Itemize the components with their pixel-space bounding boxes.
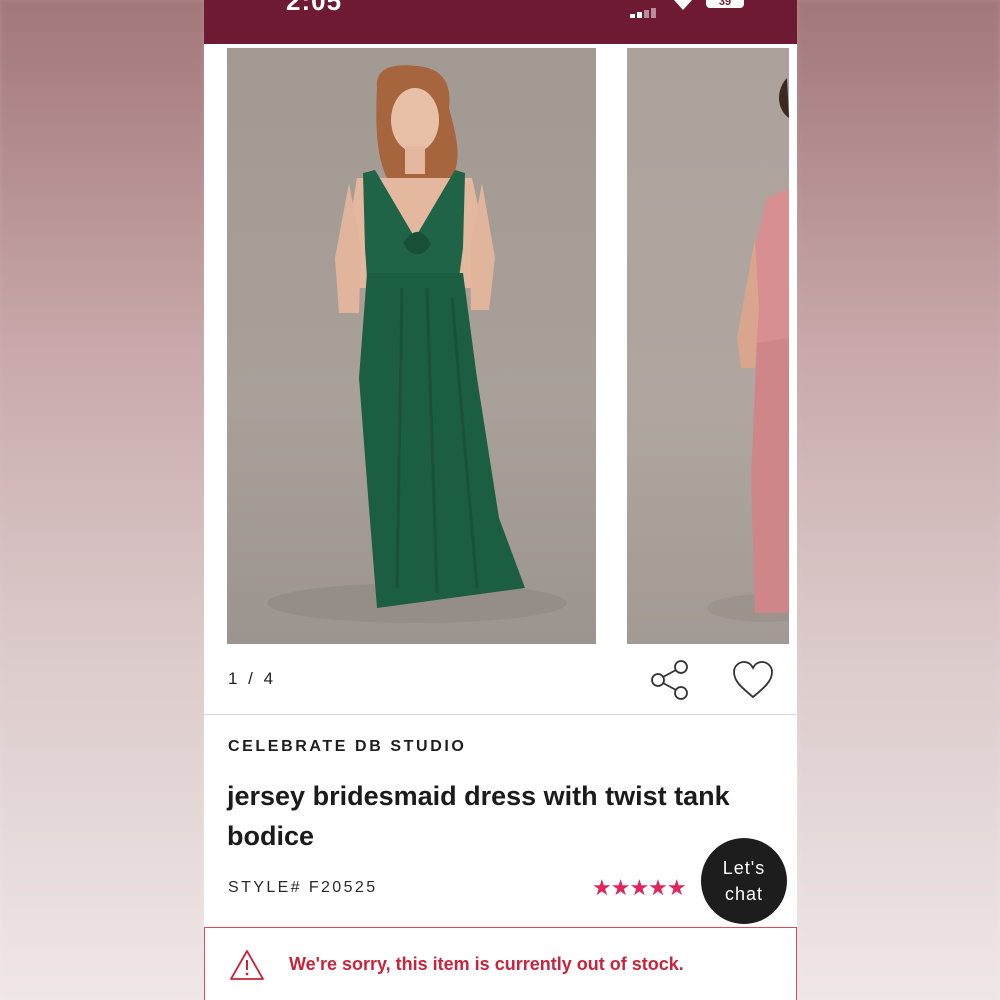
out-of-stock-alert: We're sorry, this item is currently out … — [204, 927, 797, 1000]
image-counter: 1 / 4 — [228, 669, 277, 688]
section-divider — [204, 714, 797, 715]
chat-label-line2: chat — [724, 884, 764, 904]
product-title: jersey bridesmaid dress with twist tank … — [227, 781, 730, 851]
image-toolbar: 1 / 4 — [204, 655, 797, 715]
warning-triangle-icon — [230, 950, 264, 980]
phone-screen: 2:05 39 1 / 4 CELEBRATE DB STUDIO jersey… — [204, 0, 797, 1000]
left-background-blur — [0, 0, 204, 1000]
product-image-carousel[interactable] — [204, 44, 797, 654]
product-photo-main[interactable] — [227, 48, 596, 644]
cell-signal-icon — [630, 0, 660, 18]
product-photo-next[interactable] — [627, 48, 789, 644]
model-pink-dress-illustration — [707, 78, 789, 622]
status-time: 2:05 — [286, 0, 343, 16]
right-background-blur — [797, 0, 1000, 1000]
wifi-icon — [674, 0, 692, 10]
rating-stars[interactable]: ★★★★★ — [592, 875, 687, 901]
product-style-number: STYLE# F20525 — [228, 879, 378, 896]
product-brand[interactable]: CELEBRATE DB STUDIO — [228, 738, 466, 756]
model-green-dress-illustration — [267, 65, 567, 623]
lets-chat-button[interactable]: Let's chat — [703, 840, 785, 922]
heart-outline-icon[interactable] — [731, 659, 775, 701]
chat-label-line1: Let's — [722, 858, 766, 878]
battery-icon: 39 — [706, 0, 744, 8]
share-icon[interactable] — [649, 659, 691, 701]
out-of-stock-message: We're sorry, this item is currently out … — [289, 954, 684, 974]
status-bar: 2:05 39 — [204, 0, 797, 44]
